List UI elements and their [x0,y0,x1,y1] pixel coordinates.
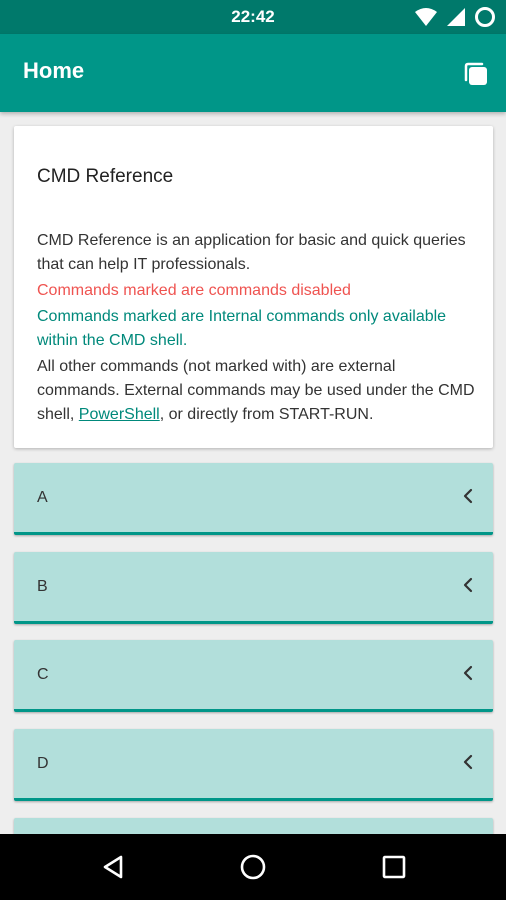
chevron-left-icon [463,577,473,593]
section-label: D [37,755,49,772]
recents-icon [382,855,406,879]
section-label: C [37,666,49,683]
chevron-left-icon [463,488,473,504]
internal-commands-note: Commands marked are Internal commands on… [37,308,447,349]
status-bar: 22:42 [0,0,506,34]
card-title: CMD Reference [37,166,174,187]
back-button[interactable] [97,850,131,884]
section-row-c[interactable]: C [14,640,493,712]
copy-icon [464,62,487,85]
content-area: CMD Reference CMD Reference is an applic… [0,112,506,834]
recents-button[interactable] [377,850,411,884]
external-commands-note: All other commands (not marked with) are… [37,355,477,427]
home-icon [240,854,266,880]
info-card: CMD Reference CMD Reference is an applic… [14,126,493,448]
section-label: B [37,578,48,595]
disabled-commands-note: Commands marked are commands disabled [37,282,351,299]
cell-signal-icon [447,8,465,26]
app-bar: Home [0,34,506,112]
external-note-tail: , or directly from START-RUN. [159,406,374,423]
section-row-next[interactable] [14,818,493,834]
card-body: CMD Reference is an application for basi… [37,229,477,429]
chevron-left-icon [463,665,473,681]
navigation-bar [0,834,506,900]
section-row-b[interactable]: B [14,552,493,624]
copy-button[interactable] [462,60,490,88]
section-label: A [37,489,48,506]
battery-icon [475,7,495,27]
section-row-d[interactable]: D [14,729,493,801]
wifi-icon [415,8,437,26]
powershell-link[interactable]: PowerShell [79,406,160,423]
section-row-a[interactable]: A [14,463,493,535]
chevron-left-icon [463,754,473,770]
page-title: Home [23,58,85,83]
app-description: CMD Reference is an application for basi… [37,232,466,273]
home-button[interactable] [236,850,270,884]
status-icons [414,6,496,28]
back-icon [103,855,123,879]
